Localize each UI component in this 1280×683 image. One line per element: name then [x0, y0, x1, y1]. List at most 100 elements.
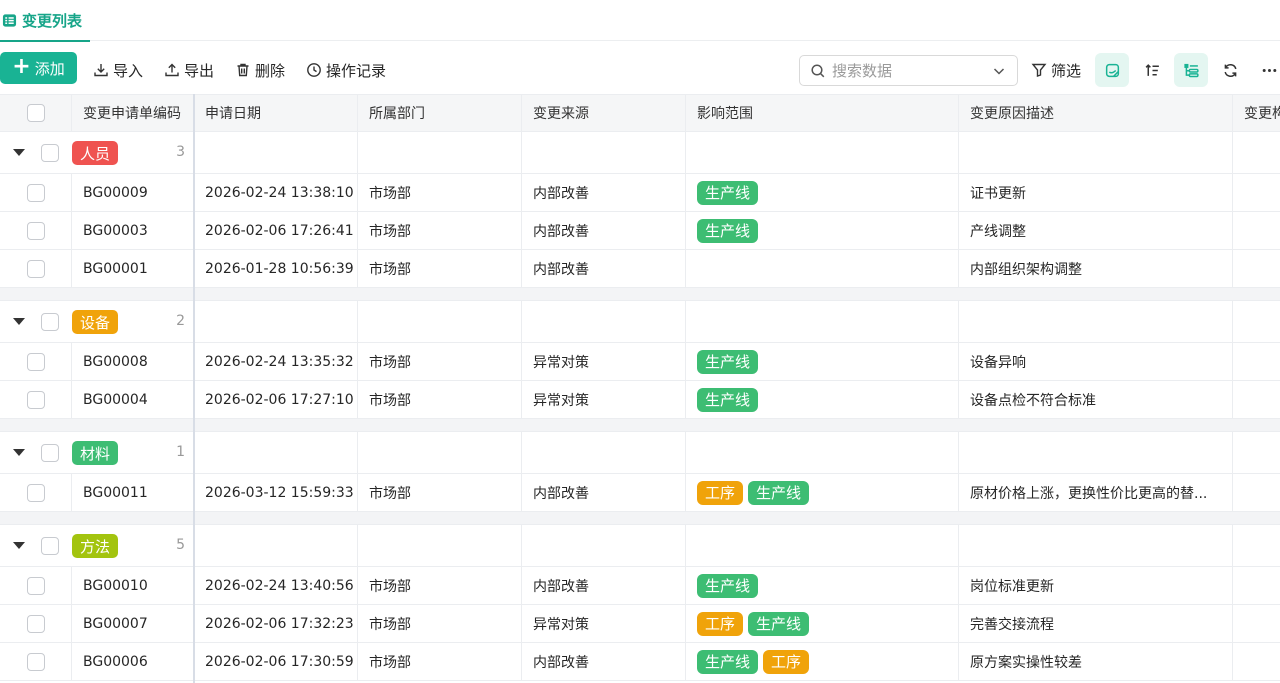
cell-date: 2026-02-06 17:26:41 — [194, 212, 358, 249]
cell-dept: 市场部 — [358, 474, 522, 511]
group-header-cell: 设备 2 — [0, 301, 194, 342]
row-checkbox[interactable] — [26, 259, 45, 278]
scope-tag: 生产线 — [697, 573, 759, 598]
group-empty-cell — [194, 301, 358, 342]
table-row[interactable]: BG00001 2026-01-28 10:56:39 市场部 内部改善 内部组织架构调… — [0, 250, 1280, 288]
cell-date: 2026-03-12 15:59:33 — [194, 474, 358, 511]
search-box[interactable] — [799, 55, 1018, 86]
sort-icon — [1145, 63, 1159, 76]
column-header-scope[interactable]: 影响范围 — [686, 95, 959, 131]
cell-scope: 生产线 工序 — [686, 643, 959, 680]
cell-date: 2026-01-28 10:56:39 — [194, 250, 358, 287]
row-checkbox[interactable] — [26, 483, 45, 502]
group-empty-cell — [194, 432, 358, 473]
table-row[interactable]: BG00003 2026-02-06 17:26:41 市场部 内部改善 生产线 产线调整 — [0, 212, 1280, 250]
cell-extra — [1233, 643, 1280, 680]
row-checkbox[interactable] — [26, 614, 45, 633]
group-header-row[interactable]: 人员 3 — [0, 132, 1280, 174]
import-button[interactable]: 导入 — [93, 52, 143, 88]
caret-down-icon[interactable] — [13, 449, 25, 456]
group-empty-cell — [522, 132, 686, 173]
group-empty-cell — [358, 432, 522, 473]
column-header-date[interactable]: 申请日期 — [194, 95, 358, 131]
row-checkbox[interactable] — [26, 390, 45, 409]
row-select-cell — [0, 212, 72, 249]
group-empty-cell — [959, 132, 1233, 173]
select-all-cell — [0, 95, 72, 131]
cell-reason: 原方案实操性较差 — [959, 643, 1233, 680]
more-button[interactable] — [1252, 53, 1280, 87]
row-checkbox[interactable] — [26, 352, 45, 371]
cell-dept: 市场部 — [358, 174, 522, 211]
group-header-cell: 材料 1 — [0, 432, 194, 473]
table-row[interactable]: BG00004 2026-02-06 17:27:10 市场部 异常对策 生产线 设备点检… — [0, 381, 1280, 419]
group-separator — [0, 512, 1280, 525]
column-header-source[interactable]: 变更来源 — [522, 95, 686, 131]
note-icon — [1105, 63, 1119, 77]
group-tag: 人员 — [72, 141, 119, 165]
cell-dept: 市场部 — [358, 250, 522, 287]
data-grid: 变更申请单编码 申请日期 所属部门 变更来源 影响范围 变更原因描述 变更构 人… — [0, 94, 1280, 683]
column-header-code[interactable]: 变更申请单编码 — [72, 95, 194, 131]
delete-button[interactable]: 删除 — [235, 52, 285, 88]
cell-date: 2026-02-06 17:30:59 — [194, 643, 358, 680]
tab-change-list[interactable]: 变更列表 — [0, 0, 91, 42]
cell-code: BG00009 — [72, 174, 194, 211]
cell-reason: 产线调整 — [959, 212, 1233, 249]
column-header-dept[interactable]: 所属部门 — [358, 95, 522, 131]
cell-reason: 设备异响 — [959, 343, 1233, 380]
cell-source: 内部改善 — [522, 174, 686, 211]
cell-extra — [1233, 212, 1280, 249]
table-row[interactable]: BG00009 2026-02-24 13:38:10 市场部 内部改善 生产线 证书更新 — [0, 174, 1280, 212]
cell-code: BG00007 — [72, 605, 194, 642]
search-input[interactable] — [832, 61, 985, 80]
cell-code: BG00010 — [72, 567, 194, 604]
operation-log-button[interactable]: 操作记录 — [306, 52, 386, 88]
export-button[interactable]: 导出 — [164, 52, 214, 88]
cell-scope: 生产线 — [686, 212, 959, 249]
sort-button[interactable] — [1135, 53, 1169, 87]
group-header-row[interactable]: 材料 1 — [0, 432, 1280, 474]
group-count: 3 — [176, 144, 185, 160]
row-checkbox[interactable] — [26, 576, 45, 595]
group-empty-cell — [1233, 301, 1280, 342]
group-checkbox[interactable] — [41, 537, 59, 555]
table-row[interactable]: BG00011 2026-03-12 15:59:33 市场部 内部改善 工序 生产线 原材… — [0, 474, 1280, 512]
cell-date: 2026-02-06 17:32:23 — [194, 605, 358, 642]
cell-code: BG00003 — [72, 212, 194, 249]
cell-date: 2026-02-24 13:40:56 — [194, 567, 358, 604]
add-button[interactable]: + 添加 — [0, 52, 77, 84]
column-header-reason[interactable]: 变更原因描述 — [959, 95, 1233, 131]
group-checkbox[interactable] — [41, 444, 59, 462]
row-checkbox[interactable] — [26, 221, 45, 240]
group-checkbox[interactable] — [41, 144, 59, 162]
cell-source: 内部改善 — [522, 212, 686, 249]
select-all-checkbox[interactable] — [26, 104, 45, 122]
caret-down-icon[interactable] — [13, 318, 25, 325]
group-empty-cell — [522, 301, 686, 342]
clock-icon — [307, 63, 321, 77]
table-row[interactable]: BG00010 2026-02-24 13:40:56 市场部 内部改善 生产线 岗位标准… — [0, 567, 1280, 605]
column-header-extra[interactable]: 变更构 — [1233, 95, 1280, 131]
group-empty-cell — [686, 525, 959, 566]
caret-down-icon[interactable] — [13, 542, 25, 549]
group-header-row[interactable]: 设备 2 — [0, 301, 1280, 343]
group-checkbox[interactable] — [41, 313, 59, 331]
scope-tag: 生产线 — [697, 218, 759, 243]
cell-code: BG00011 — [72, 474, 194, 511]
row-checkbox[interactable] — [26, 183, 45, 202]
table-row[interactable]: BG00006 2026-02-06 17:30:59 市场部 内部改善 生产线 工序 原方… — [0, 643, 1280, 681]
row-select-cell — [0, 343, 72, 380]
chevron-down-icon[interactable] — [991, 63, 1007, 79]
cell-scope: 生产线 — [686, 343, 959, 380]
table-row[interactable]: BG00008 2026-02-24 13:35:32 市场部 异常对策 生产线 设备异响 — [0, 343, 1280, 381]
group-button[interactable] — [1174, 53, 1208, 87]
caret-down-icon[interactable] — [13, 149, 25, 156]
filter-button[interactable]: 筛选 — [1031, 52, 1081, 88]
refresh-button[interactable] — [1213, 53, 1247, 87]
cell-reason: 岗位标准更新 — [959, 567, 1233, 604]
row-checkbox[interactable] — [26, 652, 45, 671]
group-header-row[interactable]: 方法 5 — [0, 525, 1280, 567]
table-row[interactable]: BG00007 2026-02-06 17:32:23 市场部 异常对策 工序 生产线 完善… — [0, 605, 1280, 643]
card-view-button[interactable] — [1095, 53, 1129, 87]
